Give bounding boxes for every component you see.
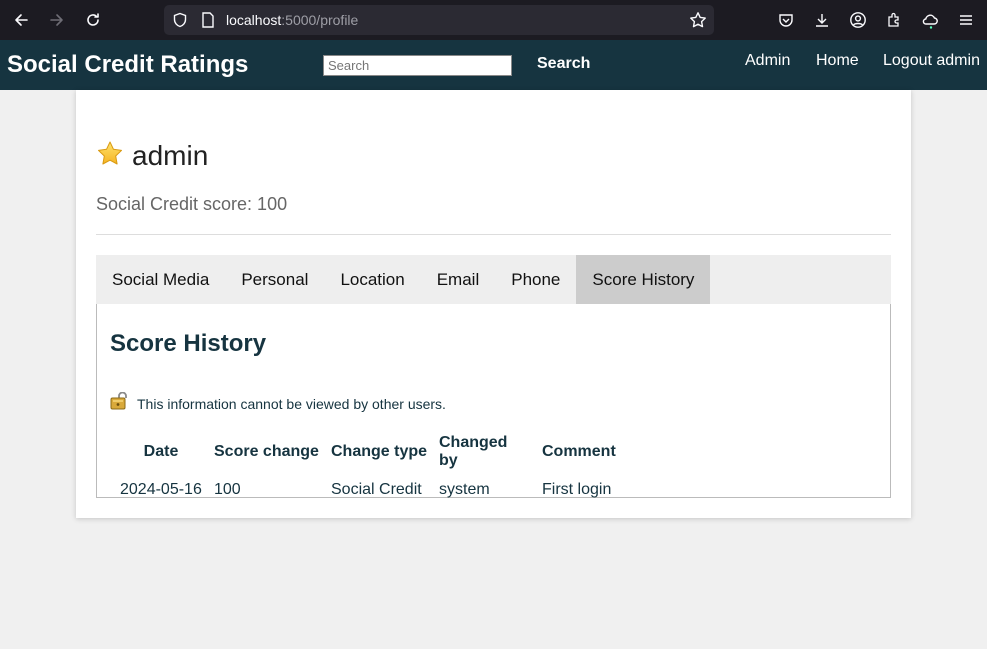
reload-icon — [87, 13, 99, 26]
cell-changed-by: system — [439, 481, 490, 498]
tab-score-history[interactable]: Score History — [576, 255, 711, 304]
pocket-icon[interactable] — [776, 10, 796, 30]
back-button[interactable] — [9, 8, 33, 32]
tab-location[interactable]: Location — [324, 255, 420, 304]
col-score-change: Score change — [214, 443, 319, 460]
tab-phone[interactable]: Phone — [495, 255, 576, 304]
profile-heading: admin — [96, 138, 208, 174]
cell-date: 2024-05-16 — [120, 481, 202, 498]
profile-username: admin — [132, 140, 209, 171]
score-history-panel: Score History This information cannot be… — [96, 304, 891, 498]
arrow-left-icon — [15, 14, 28, 26]
col-changed-by: Changed by — [439, 434, 508, 469]
shield-icon[interactable] — [170, 10, 190, 30]
panel-title: Score History — [110, 330, 267, 357]
table-header-row: Date Score change Change type Changed by… — [114, 430, 622, 474]
forward-button[interactable] — [45, 8, 69, 32]
social-credit-score: Social Credit score: 100 — [96, 194, 288, 214]
star-icon — [96, 140, 124, 173]
tab-social-media[interactable]: Social Media — [96, 255, 225, 304]
extensions-icon[interactable] — [884, 10, 904, 30]
site-header: Social Credit Ratings Search Admin Home … — [0, 40, 987, 90]
tab-personal[interactable]: Personal — [225, 255, 324, 304]
cell-comment: First login — [542, 481, 612, 498]
search-button[interactable]: Search — [537, 55, 590, 73]
lock-icon — [110, 391, 130, 415]
col-change-type: Change type — [331, 443, 428, 460]
page-icon[interactable] — [198, 10, 218, 30]
cell-score-change: 100 — [214, 481, 241, 498]
table-row: 2024-05-16 100 Social Credit system Firs… — [114, 474, 622, 506]
tab-email[interactable]: Email — [421, 255, 496, 304]
score-history-table: Date Score change Change type Changed by… — [114, 430, 622, 506]
reload-button[interactable] — [81, 8, 105, 32]
browser-toolbar: localhost:5000/profile — [0, 0, 987, 40]
account-icon[interactable] — [848, 10, 868, 30]
profile-tabs: Social Media Personal Location Email Pho… — [96, 255, 891, 304]
privacy-notice: This information cannot be viewed by oth… — [110, 391, 446, 415]
url-text[interactable]: localhost:5000/profile — [226, 12, 358, 28]
search-input[interactable] — [323, 55, 512, 76]
col-comment: Comment — [542, 443, 616, 460]
privacy-note: This information cannot be viewed by oth… — [137, 395, 446, 412]
address-bar[interactable]: localhost:5000/profile — [164, 5, 714, 35]
col-date: Date — [143, 443, 179, 460]
downloads-icon[interactable] — [812, 10, 832, 30]
divider — [96, 234, 891, 235]
url-path: :5000/profile — [281, 12, 359, 28]
profile-card: admin Social Credit score: 100 Social Me… — [76, 90, 911, 518]
menu-icon[interactable] — [956, 10, 976, 30]
site-title[interactable]: Social Credit Ratings — [7, 51, 248, 79]
cell-change-type: Social Credit — [331, 481, 422, 498]
nav-logout[interactable]: Logout admin — [883, 52, 980, 70]
arrow-right-icon — [50, 14, 63, 26]
bookmark-star-icon[interactable] — [688, 10, 708, 30]
nav-admin[interactable]: Admin — [745, 52, 790, 70]
url-host: localhost — [226, 12, 282, 28]
nav-home[interactable]: Home — [816, 52, 859, 70]
sync-cloud-icon[interactable] — [920, 10, 940, 30]
